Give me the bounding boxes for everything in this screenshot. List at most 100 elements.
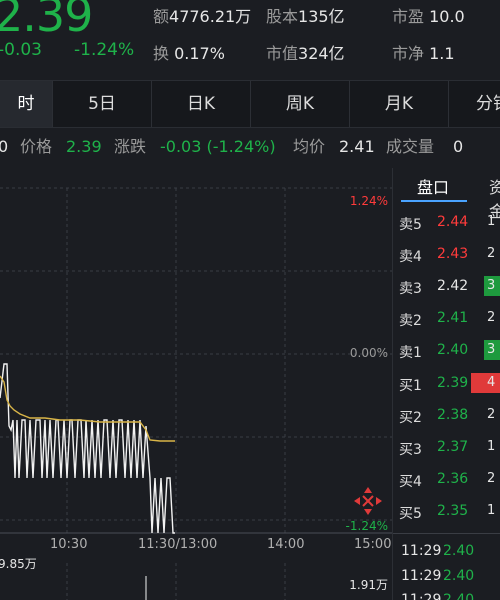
bid-label: 买3 bbox=[399, 442, 422, 458]
info-price-value: 2.39 bbox=[66, 137, 102, 156]
time-label-1400: 14:00 bbox=[267, 537, 305, 552]
ask-row-4: 卖4 2.43 2 bbox=[393, 238, 500, 270]
tab-minute[interactable]: 分钟 bbox=[448, 81, 500, 127]
chart-period-tabs: 时 5日 日K 周K 月K 分钟 bbox=[0, 80, 500, 128]
bid-volume: 2 bbox=[487, 471, 496, 486]
bid-row-4: 买4 2.36 2 bbox=[393, 463, 500, 495]
bid-row-5: 买5 2.35 1 bbox=[393, 495, 500, 527]
volume-right-label: 1.91万 bbox=[349, 578, 388, 592]
bid-label: 买1 bbox=[399, 378, 422, 394]
pct-top-label: 1.24% bbox=[349, 194, 388, 208]
tab-intraday[interactable]: 时 bbox=[0, 81, 52, 127]
average-line bbox=[0, 375, 175, 442]
bid-price: 2.38 bbox=[437, 407, 469, 423]
bid-price: 2.37 bbox=[437, 439, 469, 455]
turnover-label: 换 bbox=[153, 44, 170, 63]
tick-price: 2.40 bbox=[443, 592, 475, 600]
info-change-label: 涨跌 bbox=[114, 137, 147, 156]
tab-weekly-k[interactable]: 周K bbox=[250, 81, 349, 127]
bid-price: 2.35 bbox=[437, 503, 469, 519]
mktcap-label: 市值 bbox=[266, 44, 299, 63]
info-price-label: 价格 bbox=[20, 137, 53, 156]
stock-detail-screen: 2.39 -0.03 -1.24% 额4776.21万 股本135亿 市盈 10… bbox=[0, 0, 500, 600]
volume-max-label: 9.85万 bbox=[0, 557, 37, 571]
ask-row-2: 卖2 2.41 2 bbox=[393, 302, 500, 334]
time-label-1500: 15:00 bbox=[354, 537, 392, 552]
ask-label: 卖4 bbox=[399, 249, 422, 265]
tab-monthly-k[interactable]: 月K bbox=[349, 81, 448, 127]
tick-time: 11:29 bbox=[401, 543, 442, 559]
current-price: 2.39 bbox=[0, 0, 93, 42]
bid-label: 买4 bbox=[399, 474, 422, 490]
ask-price: 2.42 bbox=[437, 278, 469, 294]
pct-bottom-label: -1.24% bbox=[345, 519, 388, 533]
amount-label: 额 bbox=[153, 7, 170, 26]
ask-price: 2.41 bbox=[437, 310, 469, 326]
bid-price: 2.39 bbox=[437, 375, 469, 391]
bid-volume: 2 bbox=[487, 407, 496, 422]
price-change: -0.03 bbox=[0, 40, 42, 60]
ask-price: 2.44 bbox=[437, 214, 469, 230]
ask-label: 卖1 bbox=[399, 345, 422, 361]
tab-order-book[interactable]: 盘口 bbox=[417, 174, 449, 198]
info-avg-value: 2.41 bbox=[339, 137, 375, 156]
ask-row-1: 卖1 2.40 3 bbox=[393, 334, 500, 366]
info-volume-label: 成交量 bbox=[386, 137, 435, 156]
bid-row-2: 买2 2.38 2 bbox=[393, 399, 500, 431]
pb-value: 1.1 bbox=[429, 44, 455, 63]
time-label-1030: 10:30 bbox=[50, 537, 88, 552]
amount-value: 4776.21万 bbox=[169, 7, 252, 26]
pb-stat: 市净 1.1 bbox=[392, 40, 455, 64]
bid-volume: 1 bbox=[487, 503, 496, 518]
ask-volume: 3 bbox=[484, 276, 500, 296]
ask-label: 卖3 bbox=[399, 281, 422, 297]
bid-price: 2.36 bbox=[437, 471, 469, 487]
bid-label: 买2 bbox=[399, 410, 422, 426]
info-change-value: -0.03 (-1.24%) bbox=[160, 137, 276, 156]
capital-value: 135亿 bbox=[298, 7, 345, 26]
pe-label: 市盈 bbox=[392, 7, 425, 26]
tick-time: 11:29 bbox=[401, 592, 442, 600]
price-line bbox=[0, 363, 175, 534]
tab-daily-k[interactable]: 日K bbox=[151, 81, 250, 127]
info-avg-label: 均价 bbox=[293, 137, 326, 156]
tick-price: 2.40 bbox=[443, 568, 475, 584]
mktcap-stat: 市值324亿 bbox=[266, 40, 345, 64]
pb-label: 市净 bbox=[392, 44, 425, 63]
pe-value: 10.0 bbox=[429, 7, 465, 26]
turnover-value: 0.17% bbox=[174, 44, 225, 63]
intraday-chart-svg bbox=[0, 187, 392, 600]
quote-header: 2.39 -0.03 -1.24% 额4776.21万 股本135亿 市盈 10… bbox=[0, 0, 500, 80]
capital-stat: 股本135亿 bbox=[266, 3, 345, 27]
bid-label: 买5 bbox=[399, 506, 422, 522]
move-crosshair-icon[interactable] bbox=[353, 486, 383, 516]
order-book-panel: 盘口 资金 卖5 2.44 1 卖4 2.43 2 卖3 2.42 3 卖2 2… bbox=[392, 168, 500, 600]
amount-stat: 额4776.21万 bbox=[153, 3, 251, 27]
capital-label: 股本 bbox=[266, 7, 299, 26]
bid-row-1: 买1 2.39 4 bbox=[393, 367, 500, 399]
ask-volume: 3 bbox=[484, 340, 500, 360]
intraday-chart[interactable]: 1.24% 0.00% -1.24% 10:30 11:30/13:00 14:… bbox=[0, 168, 392, 600]
info-lead-value: 0 bbox=[0, 137, 9, 156]
tab-5day[interactable]: 5日 bbox=[52, 81, 151, 127]
ask-label: 卖2 bbox=[399, 313, 422, 329]
tick-price: 2.40 bbox=[443, 543, 475, 559]
ask-volume: 1 bbox=[487, 214, 496, 229]
bid-volume: 4 bbox=[471, 373, 500, 393]
ask-volume: 2 bbox=[487, 246, 496, 261]
ask-price: 2.43 bbox=[437, 246, 469, 262]
bid-row-3: 买3 2.37 1 bbox=[393, 431, 500, 463]
bid-volume: 1 bbox=[487, 439, 496, 454]
crosshair-info-bar: 0 价格 2.39 涨跌 -0.03 (-1.24%) 均价 2.41 成交量 … bbox=[0, 128, 500, 166]
pe-stat: 市盈 10.0 bbox=[392, 3, 465, 27]
ask-row-5: 卖5 2.44 1 bbox=[393, 206, 500, 238]
ask-price: 2.40 bbox=[437, 342, 469, 358]
ask-volume: 2 bbox=[487, 310, 496, 325]
ask-label: 卖5 bbox=[399, 217, 422, 233]
turnover-stat: 换 0.17% bbox=[153, 40, 225, 64]
ask-row-3: 卖3 2.42 3 bbox=[393, 270, 500, 302]
time-label-1130: 11:30/13:00 bbox=[138, 537, 218, 552]
pct-mid-label: 0.00% bbox=[349, 346, 388, 360]
info-volume-value: 0 bbox=[453, 137, 464, 156]
order-book-tab-indicator bbox=[401, 200, 467, 202]
